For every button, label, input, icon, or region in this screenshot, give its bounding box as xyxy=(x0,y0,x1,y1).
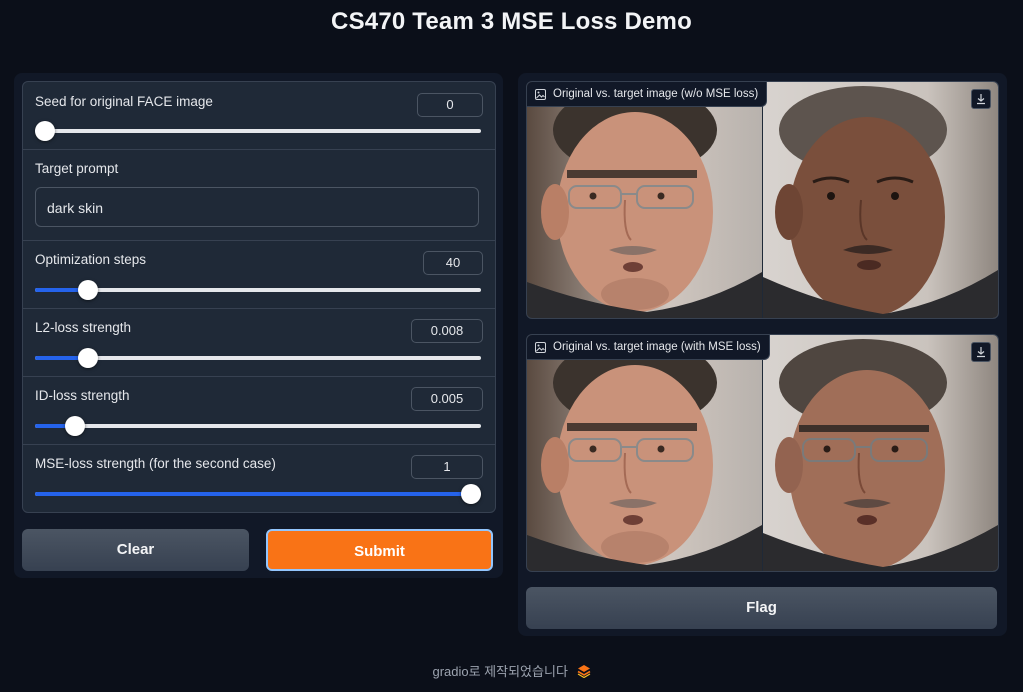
image-icon xyxy=(535,342,546,353)
id-label: ID-loss strength xyxy=(35,388,130,403)
original-face-photo xyxy=(527,335,762,571)
seed-label: Seed for original FACE image xyxy=(35,94,213,109)
seed-slider[interactable] xyxy=(35,121,481,141)
prompt-textbox[interactable]: dark skin xyxy=(35,187,479,227)
page-title: CS470 Team 3 MSE Loss Demo xyxy=(331,8,692,35)
flag-button[interactable]: Flag xyxy=(526,587,997,629)
id-slider-thumb[interactable] xyxy=(65,416,85,436)
image-icon xyxy=(535,89,546,100)
steps-slider-thumb[interactable] xyxy=(78,280,98,300)
steps-slider[interactable] xyxy=(35,280,481,300)
input-form: Seed for original FACE image 0 Target pr… xyxy=(22,81,496,513)
output-label-text: Original vs. target image (with MSE loss… xyxy=(553,341,761,353)
original-face-photo xyxy=(527,82,762,318)
mse-block: MSE-loss strength (for the second case) … xyxy=(23,444,495,512)
output-image-without-mse: Original vs. target image (w/o MSE loss) xyxy=(526,81,999,319)
steps-label: Optimization steps xyxy=(35,252,147,267)
l2-slider-thumb[interactable] xyxy=(78,348,98,368)
gradio-logo-icon xyxy=(577,665,590,678)
l2-slider[interactable] xyxy=(35,348,481,368)
footer: gradio로 제작되었습니다 xyxy=(0,661,1023,680)
clear-button[interactable]: Clear xyxy=(22,529,249,571)
download-icon[interactable] xyxy=(971,89,991,109)
submit-button[interactable]: Submit xyxy=(266,529,493,571)
seed-slider-thumb[interactable] xyxy=(35,121,55,141)
l2-block: L2-loss strength 0.008 xyxy=(23,308,495,377)
id-block: ID-loss strength 0.005 xyxy=(23,376,495,445)
output-label-text: Original vs. target image (w/o MSE loss) xyxy=(553,88,759,100)
output-label-without-mse: Original vs. target image (w/o MSE loss) xyxy=(527,82,768,107)
seed-block: Seed for original FACE image 0 xyxy=(23,82,495,150)
l2-label: L2-loss strength xyxy=(35,320,132,335)
seed-number-input[interactable]: 0 xyxy=(417,93,483,117)
output-image-with-mse: Original vs. target image (with MSE loss… xyxy=(526,334,999,572)
download-icon[interactable] xyxy=(971,342,991,362)
mse-label: MSE-loss strength (for the second case) xyxy=(35,456,276,471)
id-slider[interactable] xyxy=(35,416,481,436)
mse-slider[interactable] xyxy=(35,484,481,504)
steps-number-input[interactable]: 40 xyxy=(423,251,483,275)
target-face-photo xyxy=(763,82,998,318)
output-label-with-mse: Original vs. target image (with MSE loss… xyxy=(527,335,770,360)
id-number-input[interactable]: 0.005 xyxy=(411,387,483,411)
steps-block: Optimization steps 40 xyxy=(23,240,495,309)
footer-text[interactable]: gradio로 제작되었습니다 xyxy=(432,664,567,679)
mse-slider-thumb[interactable] xyxy=(461,484,481,504)
l2-number-input[interactable]: 0.008 xyxy=(411,319,483,343)
prompt-label: Target prompt xyxy=(35,161,119,176)
mse-number-input[interactable]: 1 xyxy=(411,455,483,479)
input-panel: Seed for original FACE image 0 Target pr… xyxy=(14,73,503,578)
target-face-photo xyxy=(763,335,998,571)
output-panel: Original vs. target image (w/o MSE loss) xyxy=(518,73,1007,636)
prompt-block: Target prompt dark skin xyxy=(23,149,495,241)
mse-slider-fill xyxy=(35,492,471,496)
